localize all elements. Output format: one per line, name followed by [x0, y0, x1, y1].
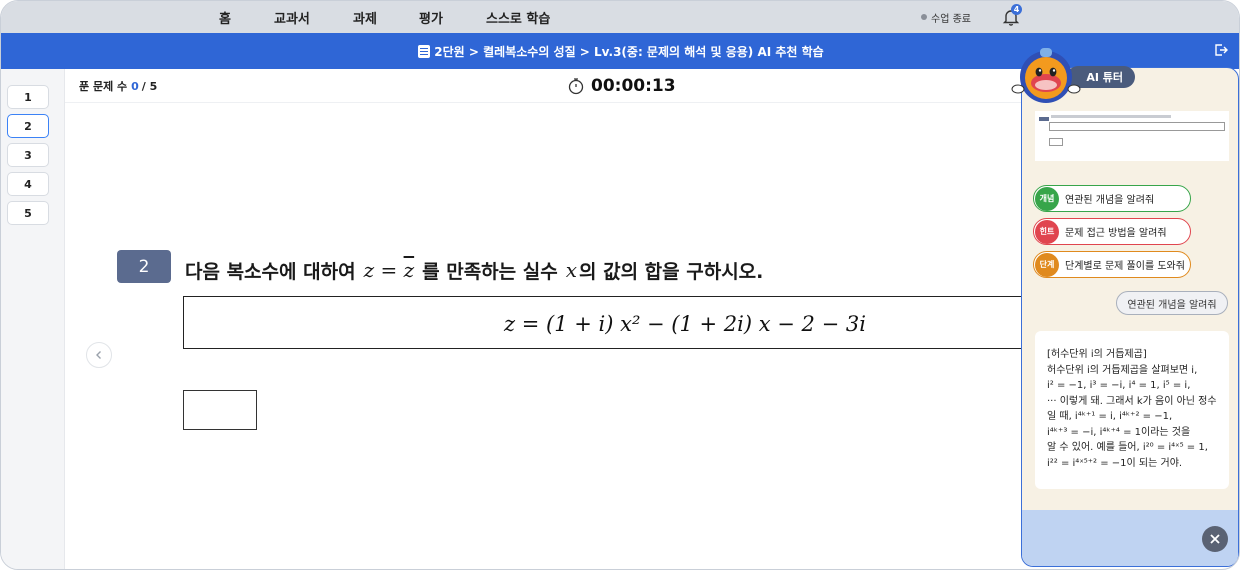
nav-self-study[interactable]: 스스로 학습	[486, 1, 550, 33]
app-window: 홈 교과서 과제 평가 스스로 학습 수업 종료 4 2단원 > 켤레복소수의 …	[0, 0, 1240, 570]
prompt-text-1: 다음 복소수에 대하여	[185, 260, 356, 283]
step-chip-label: 단계별로 문제 풀이를 도와줘	[1065, 261, 1185, 272]
top-navigation: 홈 교과서 과제 평가 스스로 학습 수업 종료 4	[1, 1, 1239, 33]
nav-evaluation[interactable]: 평가	[419, 1, 443, 33]
answer-line: i⁴ᵏ⁺³ = −i, i⁴ᵏ⁺⁴ = 1이라는 것을	[1047, 426, 1191, 438]
step-tag: 단계	[1035, 252, 1059, 277]
solved-total: / 5	[141, 79, 158, 93]
equation-box: z = (1 + i) x² − (1 + 2i) x − 2 − 3i	[183, 296, 1033, 349]
close-icon	[1210, 534, 1220, 544]
prompt-text-2: 를 만족하는 실수	[422, 260, 558, 283]
equation: z = (1 + i) x² − (1 + 2i) x − 2 − 3i	[504, 311, 866, 336]
answer-input[interactable]	[183, 390, 257, 430]
question-button-1[interactable]: 1	[7, 85, 49, 109]
hint-chip-label: 문제 접근 방법을 알려줘	[1065, 228, 1167, 239]
nav-assignment[interactable]: 과제	[353, 1, 377, 33]
answer-line: 허수단위 i의 거듭제곱을 살펴보면 i,	[1047, 364, 1198, 376]
user-message-bubble: 연관된 개념을 알려줘	[1116, 291, 1228, 315]
notification-badge: 4	[1011, 4, 1022, 15]
document-icon	[418, 44, 431, 58]
stopwatch-icon	[568, 78, 584, 95]
previous-question-button[interactable]	[86, 342, 112, 368]
prompt-math-condition: z = z	[363, 258, 415, 282]
status-bar: 푼 문제 수 0 / 5 00:00:13	[65, 69, 1021, 103]
answer-line: ··· 이렇게 돼. 그래서 k가 음이 아닌 정수	[1047, 395, 1217, 407]
question-button-4[interactable]: 4	[7, 172, 49, 196]
end-class-button[interactable]: 수업 종료	[921, 1, 971, 33]
answer-line: 알 수 있어. 예를 들어, i²⁰ = i⁴ˣ⁵ = 1,	[1047, 442, 1208, 453]
concept-chip-label: 연관된 개념을 알려줘	[1065, 195, 1155, 206]
prompt-math-variable: x	[565, 258, 577, 282]
timer-value: 00:00:13	[591, 76, 676, 96]
close-tutor-button[interactable]	[1202, 526, 1228, 552]
nav-home[interactable]: 홈	[219, 1, 231, 33]
question-number-list: 1 2 3 4 5	[1, 69, 65, 569]
answer-line: i² = −1, i³ = −i, i⁴ = 1, i⁵ = i,	[1047, 380, 1191, 391]
step-chip[interactable]: 단계 단계별로 문제 풀이를 도와줘	[1033, 251, 1191, 278]
thumbnail-answer-box	[1049, 138, 1063, 146]
timer: 00:00:13	[567, 69, 676, 103]
question-thumbnail	[1035, 111, 1229, 161]
answer-line: 일 때, i⁴ᵏ⁺¹ = i, i⁴ᵏ⁺² = −1,	[1047, 411, 1173, 422]
concept-chip[interactable]: 개념 연관된 개념을 알려줘	[1033, 185, 1191, 212]
prompt-text-3: 의 값의 합을 구하시오.	[579, 260, 764, 283]
notification-bell-icon[interactable]: 4	[1001, 4, 1023, 29]
status-dot-icon	[921, 14, 927, 20]
concept-tag: 개념	[1035, 186, 1059, 211]
tutor-mascot-icon	[1011, 48, 1081, 103]
chevron-left-icon	[96, 351, 101, 359]
exit-icon[interactable]	[1213, 42, 1229, 58]
solved-count: 푼 문제 수 0 / 5	[79, 69, 157, 103]
breadcrumb-text: 2단원 > 켤레복소수의 성질 > Lv.3(중: 문제의 해석 및 응용) A…	[434, 44, 824, 59]
thumbnail-equation-box	[1049, 122, 1225, 131]
end-class-label: 수업 종료	[931, 13, 971, 25]
hint-tag: 힌트	[1035, 219, 1059, 244]
solved-current: 0	[131, 79, 139, 93]
question-button-5[interactable]: 5	[7, 201, 49, 225]
thumbnail-text	[1051, 115, 1171, 118]
solved-label: 푼 문제 수	[79, 80, 128, 93]
nav-textbook[interactable]: 교과서	[274, 1, 310, 33]
question-number-badge: 2	[117, 250, 171, 283]
question-button-2[interactable]: 2	[7, 114, 49, 138]
answer-line: [허수단위 i의 거듭제곱]	[1047, 349, 1147, 360]
answer-line: i²² = i⁴ˣ⁵⁺² = −1이 되는 거야.	[1047, 457, 1183, 469]
tutor-answer-bubble: [허수단위 i의 거듭제곱] 허수단위 i의 거듭제곱을 살펴보면 i, i² …	[1035, 331, 1229, 489]
thumbnail-badge	[1039, 117, 1049, 121]
hint-chip[interactable]: 힌트 문제 접근 방법을 알려줘	[1033, 218, 1191, 245]
question-button-3[interactable]: 3	[7, 143, 49, 167]
question-prompt: 다음 복소수에 대하여 z = z 를 만족하는 실수 x 의 값의 합을 구하…	[185, 253, 763, 287]
